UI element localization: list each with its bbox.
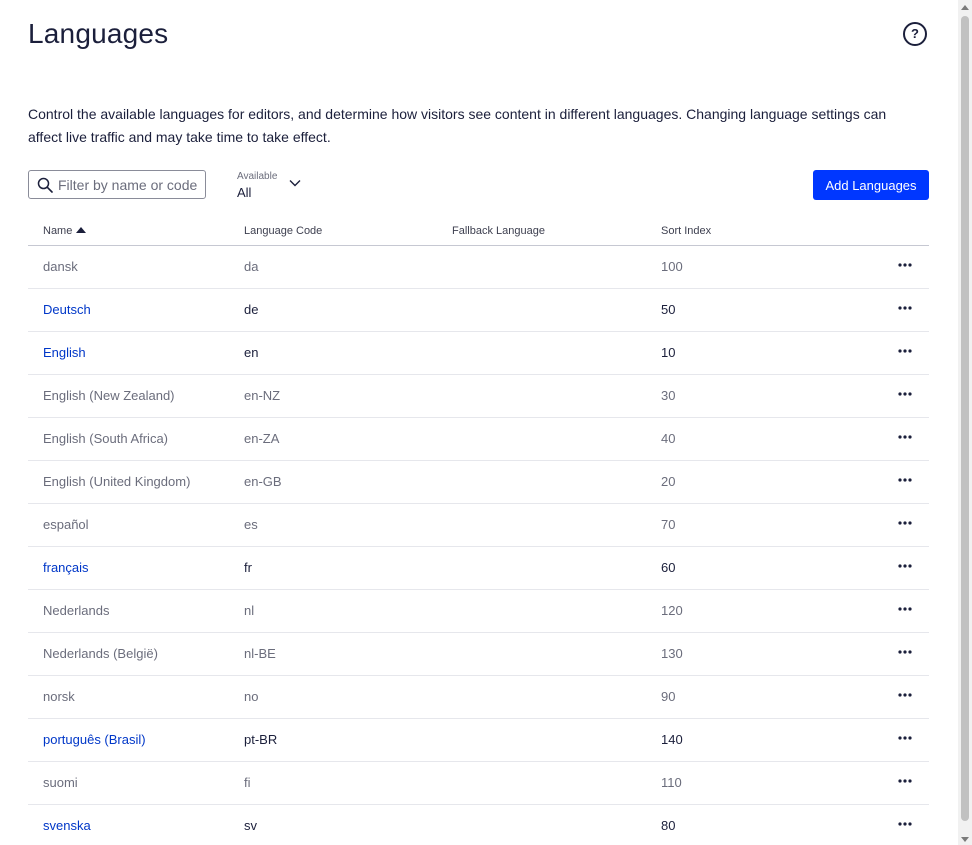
more-horizontal-icon[interactable] bbox=[895, 430, 915, 444]
language-code: es bbox=[244, 517, 258, 532]
sort-ascending-icon bbox=[76, 227, 87, 233]
language-code: no bbox=[244, 689, 259, 704]
language-name[interactable]: Deutsch bbox=[43, 302, 91, 317]
scrollbar[interactable] bbox=[958, 0, 972, 845]
table-row: English (New Zealand) en-NZ 30 bbox=[28, 375, 929, 418]
more-horizontal-icon[interactable] bbox=[895, 774, 915, 788]
language-code: nl-BE bbox=[244, 646, 276, 661]
table-row: dansk da 100 bbox=[28, 246, 929, 289]
sort-index: 80 bbox=[661, 818, 676, 833]
language-code: en-NZ bbox=[244, 388, 281, 403]
sort-index: 120 bbox=[661, 603, 683, 618]
column-header-name-label: Name bbox=[43, 225, 73, 237]
language-code: de bbox=[244, 302, 259, 317]
language-name: Nederlands (België) bbox=[43, 646, 158, 661]
languages-page: Languages ? Control the available langua… bbox=[0, 0, 958, 845]
language-code: sv bbox=[244, 818, 257, 833]
table-row: suomi fi 110 bbox=[28, 762, 929, 805]
search-icon bbox=[37, 177, 53, 193]
sort-index: 100 bbox=[661, 259, 683, 274]
table-row: English (South Africa) en-ZA 40 bbox=[28, 418, 929, 461]
language-code: fi bbox=[244, 775, 251, 790]
language-name: español bbox=[43, 517, 89, 532]
more-horizontal-icon[interactable] bbox=[895, 258, 915, 272]
language-code: nl bbox=[244, 603, 255, 618]
chevron-down-icon bbox=[289, 180, 301, 187]
language-code: pt-BR bbox=[244, 732, 278, 747]
sort-index: 90 bbox=[661, 689, 676, 704]
language-name: English (South Africa) bbox=[43, 431, 169, 446]
table-row: norsk no 90 bbox=[28, 676, 929, 719]
filter-input[interactable] bbox=[58, 174, 202, 195]
more-horizontal-icon[interactable] bbox=[895, 387, 915, 401]
more-horizontal-icon[interactable] bbox=[895, 516, 915, 530]
sort-index: 130 bbox=[661, 646, 683, 661]
column-header-sort-index[interactable]: Sort Index bbox=[661, 225, 711, 237]
table-row: Nederlands nl 120 bbox=[28, 590, 929, 633]
sort-index: 60 bbox=[661, 560, 676, 575]
more-horizontal-icon[interactable] bbox=[895, 688, 915, 702]
more-horizontal-icon[interactable] bbox=[895, 301, 915, 315]
scroll-up-arrow-icon[interactable] bbox=[961, 5, 969, 10]
more-horizontal-icon[interactable] bbox=[895, 344, 915, 358]
scroll-down-arrow-icon[interactable] bbox=[961, 837, 969, 842]
table-body: dansk da 100 Deutsch de 50 English en 10 English … bbox=[28, 246, 929, 845]
language-name[interactable]: français bbox=[43, 560, 89, 575]
page-title: Languages bbox=[28, 18, 169, 49]
availability-label: Available bbox=[237, 171, 278, 182]
sort-index: 70 bbox=[661, 517, 676, 532]
language-name: norsk bbox=[43, 689, 75, 704]
more-horizontal-icon[interactable] bbox=[895, 817, 915, 831]
table-row: Deutsch de 50 bbox=[28, 289, 929, 332]
sort-index: 140 bbox=[661, 732, 683, 747]
language-code: en bbox=[244, 345, 259, 360]
language-name: Nederlands bbox=[43, 603, 110, 618]
scrollbar-thumb[interactable] bbox=[961, 16, 969, 821]
table-row: português (Brasil) pt-BR 140 bbox=[28, 719, 929, 762]
language-name: suomi bbox=[43, 775, 78, 790]
more-horizontal-icon[interactable] bbox=[895, 559, 915, 573]
language-name: dansk bbox=[43, 259, 78, 274]
column-header-code[interactable]: Language Code bbox=[244, 225, 322, 237]
language-code: en-GB bbox=[244, 474, 282, 489]
language-name: English (New Zealand) bbox=[43, 388, 175, 403]
language-code: da bbox=[244, 259, 259, 274]
sort-index: 30 bbox=[661, 388, 676, 403]
table-row: English en 10 bbox=[28, 332, 929, 375]
table-row: français fr 60 bbox=[28, 547, 929, 590]
column-header-fallback[interactable]: Fallback Language bbox=[452, 225, 545, 237]
language-name: English (United Kingdom) bbox=[43, 474, 191, 489]
languages-table: Name Language Code Fallback Language Sor… bbox=[28, 220, 929, 845]
sort-index: 110 bbox=[661, 775, 682, 790]
filter-field[interactable] bbox=[28, 170, 206, 199]
help-icon[interactable]: ? bbox=[903, 22, 927, 46]
page-description: Control the available languages for edit… bbox=[28, 106, 887, 145]
availability-value: All bbox=[237, 185, 252, 200]
more-horizontal-icon[interactable] bbox=[895, 731, 915, 745]
table-row: español es 70 bbox=[28, 504, 929, 547]
sort-index: 10 bbox=[661, 345, 676, 360]
table-row: svenska sv 80 bbox=[28, 805, 929, 845]
sort-index: 50 bbox=[661, 302, 676, 317]
sort-index: 40 bbox=[661, 431, 676, 446]
more-horizontal-icon[interactable] bbox=[895, 473, 915, 487]
language-code: fr bbox=[244, 560, 252, 575]
language-name[interactable]: English bbox=[43, 345, 86, 360]
language-name[interactable]: português (Brasil) bbox=[43, 732, 146, 747]
more-horizontal-icon[interactable] bbox=[895, 645, 915, 659]
table-row: Nederlands (België) nl-BE 130 bbox=[28, 633, 929, 676]
table-header: Name Language Code Fallback Language Sor… bbox=[28, 220, 929, 246]
language-name[interactable]: svenska bbox=[43, 818, 91, 833]
more-horizontal-icon[interactable] bbox=[895, 602, 915, 616]
language-code: en-ZA bbox=[244, 431, 280, 446]
table-row: English (United Kingdom) en-GB 20 bbox=[28, 461, 929, 504]
sort-index: 20 bbox=[661, 474, 676, 489]
column-header-name[interactable]: Name bbox=[43, 225, 87, 237]
add-languages-button[interactable]: Add Languages bbox=[813, 170, 929, 200]
